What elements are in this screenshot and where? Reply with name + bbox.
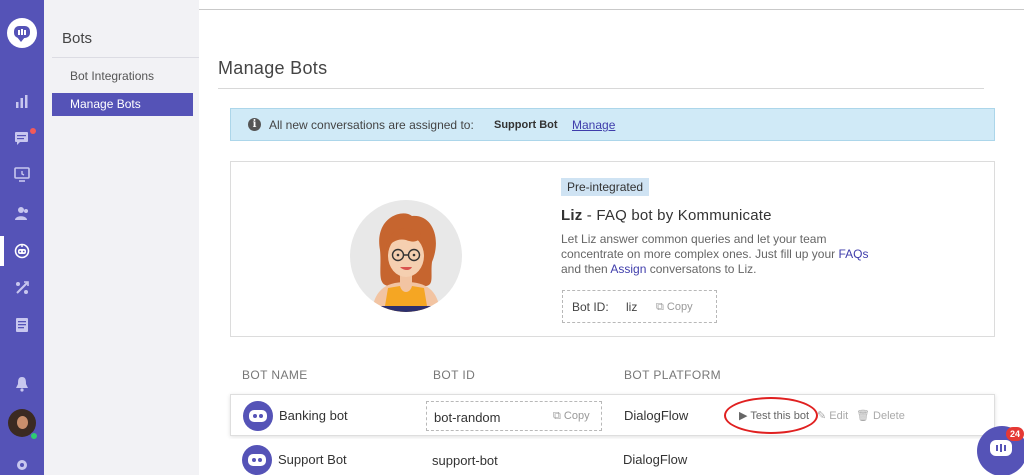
bot-id-label: Bot ID:: [572, 300, 609, 314]
bot-id-value: liz: [626, 300, 638, 314]
analytics-icon[interactable]: [13, 93, 31, 109]
left-rail: [0, 0, 44, 475]
info-icon: i: [248, 118, 261, 131]
page-title: Manage Bots: [218, 58, 328, 78]
bot-id-box: bot-random ⧉ Copy: [426, 401, 602, 431]
bot-id-value: bot-random: [434, 410, 501, 425]
subnav-item-bot-integrations[interactable]: Bot Integrations: [52, 65, 193, 88]
chat-icon: [990, 440, 1012, 456]
bot-avatar-icon: [243, 401, 273, 431]
header-bot-id: BOT ID: [433, 368, 476, 382]
bell-icon[interactable]: [13, 376, 31, 392]
unread-badge: 24: [1006, 427, 1024, 441]
featured-bot-card: Pre-integrated Liz - FAQ bot by Kommunic…: [230, 161, 995, 337]
delete-label: Delete: [873, 410, 905, 422]
manage-link[interactable]: Manage: [572, 118, 615, 132]
header-bot-platform: BOT PLATFORM: [624, 368, 722, 382]
edit-icon: ✎: [817, 410, 830, 422]
bot-id-value: support-bot: [432, 453, 498, 468]
featured-bot-id-box: Bot ID: liz ⧉ Copy: [562, 290, 717, 323]
featured-bot-name: Liz: [561, 207, 583, 224]
reports-icon[interactable]: [13, 166, 31, 182]
featured-bot-title: Liz - FAQ bot by Kommunicate: [561, 207, 772, 224]
featured-bot-description: Let Liz answer common queries and let yo…: [561, 232, 891, 277]
kommunicate-logo-icon[interactable]: [7, 18, 37, 48]
featured-bot-subtitle: - FAQ bot by Kommunicate: [582, 207, 772, 224]
online-status-dot: [30, 432, 38, 440]
bot-platform: DialogFlow: [623, 452, 688, 467]
trash-icon: 🗑: [856, 410, 874, 422]
copy-icon: ⧉: [553, 410, 564, 422]
desc-text: and then: [561, 262, 611, 276]
bot-id-box: support-bot: [425, 445, 601, 475]
active-indicator: [0, 236, 4, 266]
table-row[interactable]: Banking bot bot-random ⧉ Copy DialogFlow…: [230, 394, 995, 436]
bot-name: Support Bot: [278, 452, 347, 467]
bot-icon[interactable]: [13, 243, 31, 259]
integrations-icon[interactable]: [13, 280, 31, 296]
top-divider: [199, 9, 1024, 10]
copy-button[interactable]: ⧉ Copy: [553, 410, 590, 423]
desc-text: conversatons to Liz.: [646, 262, 757, 276]
pre-integrated-tag: Pre-integrated: [561, 178, 650, 196]
liz-avatar-illustration: [350, 200, 462, 312]
settings-icon[interactable]: [13, 457, 31, 473]
copy-button[interactable]: ⧉ Copy: [656, 301, 693, 314]
assignment-banner: i All new conversations are assigned to:…: [230, 108, 995, 141]
copy-label: Copy: [666, 301, 693, 313]
bots-subnav: Bots Bot Integrations Manage Bots: [44, 0, 199, 475]
copy-icon: ⧉: [656, 301, 667, 313]
highlight-annotation: [724, 397, 818, 434]
header-bot-name: BOT NAME: [242, 368, 308, 382]
table-row[interactable]: Support Bot support-bot DialogFlow: [230, 439, 995, 475]
users-icon[interactable]: [13, 205, 31, 221]
copy-label: Copy: [563, 410, 590, 422]
banner-bot-name: Support Bot: [494, 119, 558, 131]
title-divider: [218, 88, 984, 89]
subnav-item-manage-bots[interactable]: Manage Bots: [52, 93, 193, 116]
subnav-divider: [52, 57, 199, 58]
subnav-title: Bots: [62, 30, 93, 47]
bot-name: Banking bot: [279, 408, 348, 423]
delete-button[interactable]: 🗑 Delete: [856, 409, 905, 422]
edit-label: Edit: [829, 410, 849, 422]
assign-link[interactable]: Assign: [610, 262, 646, 276]
notification-dot: [30, 128, 36, 134]
bot-avatar-icon: [242, 445, 272, 475]
desc-text: Let Liz answer common queries and let yo…: [561, 232, 839, 261]
banner-message: All new conversations are assigned to:: [269, 118, 474, 132]
bot-platform: DialogFlow: [624, 408, 689, 423]
conversations-icon[interactable]: [13, 130, 31, 146]
docs-icon[interactable]: [13, 317, 31, 333]
edit-button[interactable]: ✎ Edit: [817, 409, 848, 422]
faqs-link[interactable]: FAQs: [838, 247, 868, 261]
